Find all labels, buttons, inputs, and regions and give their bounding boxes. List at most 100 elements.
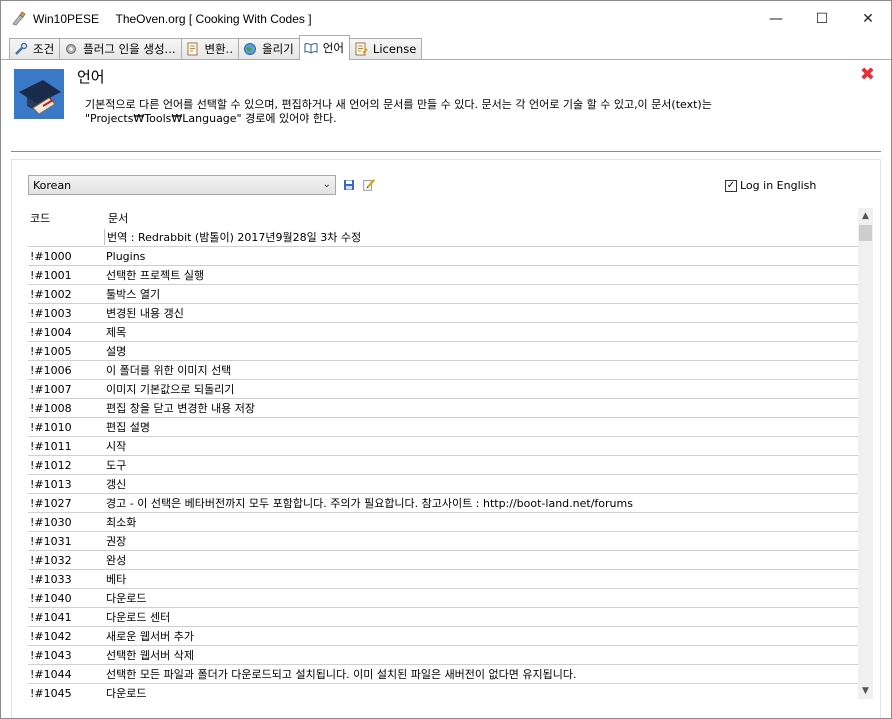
row-text[interactable]: 베타 [104, 571, 858, 587]
table-row[interactable]: !#1003 변경된 내용 갱신 [28, 304, 858, 323]
row-text[interactable]: 번역 : Redrabbit (밤톨이) 2017년9월28일 3차 수정 [104, 229, 858, 245]
row-text[interactable]: 선택한 모든 파일과 폴더가 다운로드되고 설치됩니다. 이미 설치된 파일은 … [104, 666, 858, 682]
tab-label: 플러그 인을 생성... [83, 42, 176, 56]
app-window: Win10PESE TheOven.org [ Cooking With Cod… [0, 0, 892, 719]
column-header-text[interactable]: 문서 [108, 210, 858, 226]
table-row[interactable]: !#1008 편집 창을 닫고 변경한 내용 저장 [28, 399, 858, 418]
minimize-button[interactable]: — [753, 1, 799, 37]
column-header-code[interactable]: 코드 [28, 210, 108, 226]
row-text[interactable]: 완성 [104, 552, 858, 568]
app-icon [12, 11, 26, 26]
row-code: !#1013 [30, 477, 72, 491]
table-row[interactable]: !#1002 툴박스 열기 [28, 285, 858, 304]
tab-license[interactable]: License [348, 38, 423, 59]
table-row[interactable]: !#1013 갱신 [28, 475, 858, 494]
language-select[interactable]: Korean ⌄ [28, 175, 336, 195]
vertical-scrollbar[interactable]: ▲ ▼ [858, 208, 873, 699]
row-code: !#1003 [30, 306, 72, 320]
row-text[interactable]: 선택한 웹서버 삭제 [104, 647, 858, 663]
row-text[interactable]: 다운로드 센터 [104, 609, 858, 625]
scroll-down-icon[interactable]: ▼ [858, 683, 873, 699]
row-code: !#1008 [30, 401, 72, 415]
row-text[interactable]: 이 폴더를 위한 이미지 선택 [104, 362, 858, 378]
row-text[interactable]: 변경된 내용 갱신 [104, 305, 858, 321]
row-text[interactable]: 이미지 기본값으로 되돌리기 [104, 381, 858, 397]
row-text[interactable]: 툴박스 열기 [104, 286, 858, 302]
table-row[interactable]: !#1033 베타 [28, 570, 858, 589]
row-text[interactable]: 다운로드 [104, 685, 858, 699]
row-text[interactable]: 편집 설명 [104, 419, 858, 435]
table-row[interactable]: !#1030 최소화 [28, 513, 858, 532]
tab-label: 언어 [322, 41, 344, 55]
row-text[interactable]: 경고 - 이 선택은 베타버전까지 모두 포함합니다. 주의가 필요합니다. 참… [104, 495, 858, 511]
checkbox-box[interactable]: ✓ [725, 179, 737, 192]
table-row[interactable]: !#1043 선택한 웹서버 삭제 [28, 646, 858, 665]
row-text[interactable]: 선택한 프로젝트 실행 [104, 267, 858, 283]
row-text[interactable]: 제목 [104, 324, 858, 340]
table-row[interactable]: 번역 : Redrabbit (밤톨이) 2017년9월28일 3차 수정 [28, 228, 858, 247]
page-description: 기본적으로 다른 언어를 선택할 수 있으며, 편집하거나 새 언어의 문서를 … [85, 98, 712, 125]
row-code: !#1011 [30, 439, 72, 453]
table-row[interactable]: !#1010 편집 설명 [28, 418, 858, 437]
row-code: !#1005 [30, 344, 72, 358]
table-row[interactable]: !#1011 시작 [28, 437, 858, 456]
edit-icon[interactable] [362, 178, 376, 192]
row-text[interactable]: 도구 [104, 457, 858, 473]
table-row[interactable]: !#1005 설명 [28, 342, 858, 361]
gear-icon [66, 44, 77, 54]
log-in-english-checkbox[interactable]: ✓ Log in English [725, 179, 816, 192]
table-row[interactable]: !#1031 권장 [28, 532, 858, 551]
row-code: !#1027 [30, 496, 72, 510]
table-row[interactable]: !#1040 다운로드 [28, 589, 858, 608]
language-grid[interactable]: 코드 문서 번역 : Redrabbit (밤톨이) 2017년9월28일 3차… [28, 208, 858, 699]
row-text[interactable]: 편집 창을 닫고 변경한 내용 저장 [104, 400, 858, 416]
close-page-icon[interactable]: ✖ [860, 64, 875, 85]
table-row[interactable]: !#1045 다운로드 [28, 684, 858, 700]
tab-conditions[interactable]: 조건 [9, 38, 61, 59]
tab-label: 올리기 [262, 42, 294, 56]
row-code: !#1004 [30, 325, 72, 339]
save-icon[interactable] [342, 178, 356, 192]
globe-icon [244, 43, 256, 55]
table-row[interactable]: !#1032 완성 [28, 551, 858, 570]
table-row[interactable]: !#1004 제목 [28, 323, 858, 342]
table-row[interactable]: !#1001 선택한 프로젝트 실행 [28, 266, 858, 285]
row-text[interactable]: Plugins [104, 250, 858, 263]
tab-upload[interactable]: 올리기 [238, 38, 300, 59]
table-row[interactable]: !#1000 Plugins [28, 247, 858, 266]
row-code: !#1033 [30, 572, 72, 586]
row-code: !#1032 [30, 553, 72, 567]
title-bar[interactable]: Win10PESE TheOven.org [ Cooking With Cod… [1, 1, 891, 37]
tab-convert[interactable]: 변환.. [180, 38, 239, 59]
row-text[interactable]: 다운로드 [104, 590, 858, 606]
table-row[interactable]: !#1012 도구 [28, 456, 858, 475]
row-text[interactable]: 설명 [104, 343, 858, 359]
tab-label: License [372, 42, 417, 56]
scroll-up-icon[interactable]: ▲ [858, 208, 873, 224]
row-text[interactable]: 새로운 웹서버 추가 [104, 628, 858, 644]
scroll-thumb[interactable] [859, 225, 872, 241]
tab-language[interactable]: 언어 [298, 35, 350, 60]
table-row[interactable]: !#1044 선택한 모든 파일과 폴더가 다운로드되고 설치됩니다. 이미 설치… [28, 665, 858, 684]
row-code: !#1045 [30, 686, 72, 700]
graduation-cap-icon [14, 69, 64, 119]
row-text[interactable]: 갱신 [104, 476, 858, 492]
table-row[interactable]: !#1006 이 폴더를 위한 이미지 선택 [28, 361, 858, 380]
close-button[interactable]: ✕ [845, 1, 891, 37]
book-icon [304, 43, 318, 54]
row-code: !#1007 [30, 382, 72, 396]
row-text[interactable]: 시작 [104, 438, 858, 454]
table-row[interactable]: !#1027 경고 - 이 선택은 베타버전까지 모두 포함합니다. 주의가 필… [28, 494, 858, 513]
row-code: !#1044 [30, 667, 72, 681]
page-header: 언어 기본적으로 다른 언어를 선택할 수 있으며, 편집하거나 새 언어의 문… [1, 60, 891, 148]
language-select-value: Korean [33, 178, 72, 192]
row-text[interactable]: 최소화 [104, 514, 858, 530]
tab-label: 변환.. [204, 42, 233, 56]
tab-create-plugin[interactable]: 플러그 인을 생성... [59, 38, 182, 59]
table-row[interactable]: !#1007 이미지 기본값으로 되돌리기 [28, 380, 858, 399]
row-text[interactable]: 권장 [104, 533, 858, 549]
table-row[interactable]: !#1041 다운로드 센터 [28, 608, 858, 627]
wrench-icon [15, 42, 28, 55]
table-row[interactable]: !#1042 새로운 웹서버 추가 [28, 627, 858, 646]
maximize-button[interactable]: ☐ [799, 1, 845, 37]
